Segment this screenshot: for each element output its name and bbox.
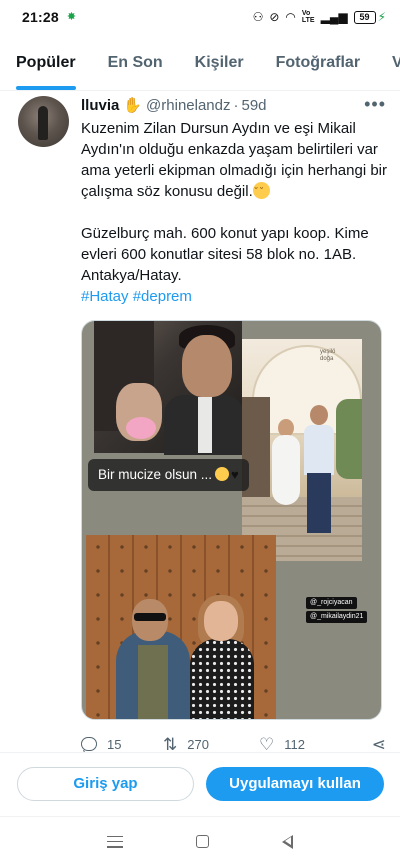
app-notification-icon: ✸	[66, 10, 77, 23]
tab-latest[interactable]: En Son	[92, 44, 179, 90]
use-app-button[interactable]: Uygulamayı kullan	[206, 767, 384, 801]
photo-man-with-child	[94, 321, 244, 455]
status-time: 21:28	[22, 9, 59, 25]
retweet-icon: ⇅	[163, 734, 178, 754]
volte-bottom: LTE	[301, 17, 315, 24]
heart-icon: ♡	[259, 734, 275, 754]
pensive-face-emoji-icon	[252, 181, 270, 202]
photo-groom-shirt	[304, 425, 334, 475]
tweet-header: lluvia ✋ @rhinelandz · 59d	[81, 94, 381, 116]
reply-button[interactable]: 15	[81, 737, 163, 752]
login-bar: Giriş yap Uygulamayı kullan	[0, 752, 400, 814]
reply-count: 15	[107, 736, 122, 752]
tabs-divider	[0, 90, 400, 91]
share-button[interactable]: ⋖	[372, 736, 386, 753]
caption-text: Bir mucize olsun ...	[98, 467, 213, 482]
media-user-tag-2: @_mikailaydin21	[306, 611, 368, 623]
photo-groom-head	[310, 405, 328, 425]
status-icons: ⚇ ⊘ ◠ Vo LTE ▂▄▆ 59 ⚡	[253, 10, 386, 24]
header-separator: ·	[233, 96, 239, 114]
media-caption: Bir mucize olsun ... ♥	[88, 459, 249, 491]
tweet-hashtags[interactable]: #Hatay #deprem	[81, 286, 387, 307]
volte-top: Vo	[301, 10, 311, 17]
mute-icon: ⊘	[269, 10, 280, 24]
like-count: 112	[284, 736, 305, 752]
watermark-line-2: doğa	[320, 356, 334, 362]
photo-watermark: yeşilö doğa	[320, 349, 335, 363]
more-options-icon[interactable]: •••	[364, 94, 386, 114]
tweet-paragraph-1: Kuzenim Zilan Dursun Aydın ve eşi Mikail…	[81, 118, 387, 202]
battery-indicator: 59 ⚡	[353, 10, 386, 24]
hotspot-icon: ⚇	[252, 10, 264, 24]
tab-popular[interactable]: Popüler	[0, 44, 92, 90]
photo-doorway	[242, 397, 270, 507]
reply-icon	[81, 737, 97, 751]
like-button[interactable]: ♡ 112	[259, 736, 359, 753]
photo-man-shirt-olive	[138, 645, 168, 719]
hand-emoji-icon: ✋	[123, 97, 143, 114]
login-button[interactable]: Giriş yap	[17, 767, 194, 801]
author-name[interactable]: lluvia	[81, 97, 119, 114]
paragraph-1-text: Kuzenim Zilan Dursun Aydın ve eşi Mikail…	[81, 120, 387, 200]
photo-sunglasses	[134, 613, 166, 621]
battery-level: 59	[353, 10, 376, 24]
avatar-figure	[38, 106, 48, 140]
charging-icon: ⚡	[377, 10, 386, 24]
tweet-text: Kuzenim Zilan Dursun Aydın ve eşi Mikail…	[81, 118, 387, 307]
wifi-icon: ◠	[285, 10, 296, 24]
photo-couple-selfie	[86, 535, 276, 719]
photo-man-face	[182, 335, 232, 397]
black-heart-icon: ♥	[231, 467, 239, 482]
tweet-media[interactable]: yeşilö doğa Bir mucize olsun ... ♥ @_rojc…	[81, 320, 382, 720]
photo-tree	[336, 399, 362, 479]
watermark-line-1: yeşilö	[320, 349, 336, 355]
share-icon: ⋖	[371, 734, 386, 754]
media-user-tag-1: @_rojciyacan	[306, 597, 357, 609]
tab-videos[interactable]: Vi	[376, 44, 400, 90]
retweet-count: 270	[187, 736, 209, 752]
back-icon[interactable]	[282, 834, 294, 849]
recent-apps-icon[interactable]	[106, 835, 123, 848]
volte-indicator: Vo LTE	[302, 10, 315, 24]
tab-photos[interactable]: Fotoğraflar	[260, 44, 376, 90]
photo-man-shirt	[198, 397, 212, 453]
photo-woman-polka-dress	[190, 639, 254, 719]
signal-icon: ▂▄▆	[320, 10, 348, 24]
photo-woman-head	[204, 601, 238, 641]
tab-people[interactable]: Kişiler	[179, 44, 260, 90]
photo-pink-toy	[126, 417, 156, 439]
avatar[interactable]	[18, 96, 69, 147]
tweet-paragraph-2: Güzelburç mah. 600 konut yapı koop. Kime…	[81, 225, 369, 284]
home-icon[interactable]	[195, 835, 209, 848]
search-tabs: Popüler En Son Kişiler Fotoğraflar Vi	[0, 44, 400, 90]
author-handle[interactable]: @rhinelandz	[146, 97, 230, 114]
sad-face-emoji-icon	[215, 467, 230, 481]
retweet-button[interactable]: ⇅ 270	[163, 736, 259, 753]
photo-groom-trousers	[307, 473, 331, 533]
system-nav-bar	[0, 816, 400, 866]
status-bar: 21:28 ✸ ⚇ ⊘ ◠ Vo LTE ▂▄▆ 59 ⚡	[0, 0, 400, 34]
photo-couple-wedding: yeşilö doğa	[242, 339, 362, 561]
photo-bride-dress	[272, 435, 300, 505]
tweet-time[interactable]: 59d	[242, 97, 267, 114]
